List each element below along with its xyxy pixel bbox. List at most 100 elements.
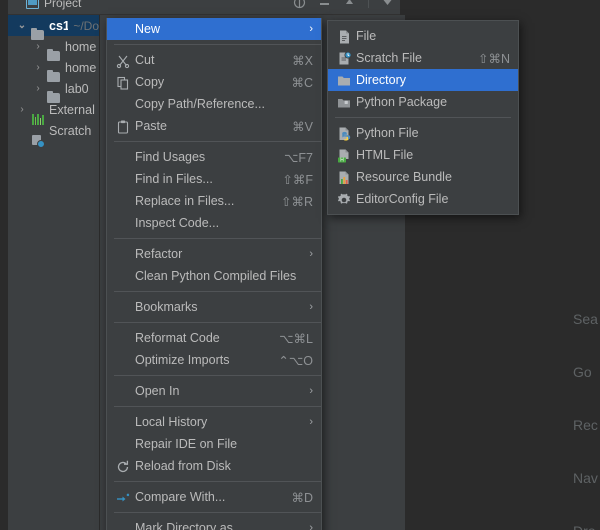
more-icon[interactable] <box>381 0 394 9</box>
hide-icon[interactable] <box>293 0 306 9</box>
menu-item-local-history[interactable]: Local History › <box>107 411 321 433</box>
menu-item-shortcut: ⌃⌥O <box>278 353 313 368</box>
menu-item-label: Inspect Code... <box>135 216 220 230</box>
menu-item-reload-from-disk[interactable]: Reload from Disk <box>107 455 321 477</box>
menu-item-label: Replace in Files... <box>135 194 235 208</box>
scratch-file-icon <box>335 50 352 66</box>
editor-hint: Rec <box>573 416 598 433</box>
tree-item-label: cs110 <box>49 18 68 33</box>
tree-item-home[interactable]: › home <box>8 36 99 61</box>
menu-item-icon-placeholder <box>114 352 131 368</box>
editor-hint: Dro <box>405 504 600 530</box>
menu-item-resource-bundle[interactable]: Resource Bundle <box>328 166 518 188</box>
menu-separator <box>335 117 511 118</box>
svg-text:H: H <box>340 158 344 164</box>
menu-separator <box>114 481 321 482</box>
project-tree[interactable]: ⌄cs110~/Do›home›home›lab0›ExternalScratc… <box>8 15 100 530</box>
tool-window-stripe <box>0 0 8 530</box>
chevron-right-icon[interactable]: › <box>30 41 46 52</box>
menu-item-mark-directory-as[interactable]: Mark Directory as › <box>107 517 321 530</box>
menu-item-shortcut: ⌥F7 <box>284 150 313 165</box>
menu-item-scratch-file[interactable]: Scratch File ⇧⌘N <box>328 47 518 69</box>
menu-item-cut[interactable]: Cut ⌘X <box>107 49 321 71</box>
tree-item-scratch[interactable]: Scratch <box>8 120 99 148</box>
menu-item-icon-placeholder <box>114 383 131 399</box>
menu-item-label: Clean Python Compiled Files <box>135 269 297 283</box>
menu-item-file[interactable]: File <box>328 25 518 47</box>
menu-item-refactor[interactable]: Refactor › <box>107 243 321 265</box>
menu-item-inspect-code[interactable]: Inspect Code... <box>107 212 321 234</box>
reload-icon <box>114 458 131 474</box>
menu-item-replace-in-files[interactable]: Replace in Files... ⇧⌘R <box>107 190 321 212</box>
menu-item-label: Reload from Disk <box>135 459 231 473</box>
menu-item-label: Paste <box>135 119 167 133</box>
menu-separator <box>114 44 321 45</box>
menu-item-shortcut: ⇧⌘R <box>280 194 313 209</box>
scissors-icon <box>114 52 131 69</box>
menu-item-python-package[interactable]: Python Package <box>328 91 518 113</box>
menu-item-shortcut: ⌘V <box>292 119 313 134</box>
chevron-right-icon[interactable]: › <box>14 104 30 115</box>
collapse-all-icon[interactable] <box>318 0 331 9</box>
menu-item-optimize-imports[interactable]: Optimize Imports ⌃⌥O <box>107 349 321 371</box>
tree-item-home[interactable]: › home <box>8 57 99 82</box>
menu-item-icon-placeholder <box>114 171 131 187</box>
chevron-right-icon[interactable]: › <box>30 62 46 73</box>
menu-item-icon-placeholder <box>114 149 131 165</box>
menu-item-bookmarks[interactable]: Bookmarks › <box>107 296 321 318</box>
context-menu[interactable]: New › Cut ⌘X Copy ⌘C Copy Path/Reference... Pas… <box>106 18 322 530</box>
chevron-right-icon: › <box>309 521 313 530</box>
tree-item-label: Scratch <box>49 123 92 138</box>
tree-item-label: lab0 <box>65 81 89 96</box>
ide-window: Project ⌄cs110~/Do›home›home›lab0›Extern… <box>0 0 600 530</box>
project-toolwindow-title: Project <box>44 0 82 10</box>
menu-item-label: Copy Path/Reference... <box>135 97 265 111</box>
menu-item-shortcut: ⌥⌘L <box>279 331 313 346</box>
editor-hint: Nav <box>573 469 598 486</box>
menu-item-icon-placeholder <box>114 330 131 346</box>
menu-separator <box>114 322 321 323</box>
menu-item-shortcut: ⌘D <box>291 490 313 505</box>
menu-item-repair-ide-on-file[interactable]: Repair IDE on File <box>107 433 321 455</box>
file-icon <box>335 28 352 44</box>
menu-item-find-in-files[interactable]: Find in Files... ⇧⌘F <box>107 168 321 190</box>
chevron-down-icon[interactable]: ⌄ <box>14 20 30 31</box>
editorconfig-icon <box>335 191 352 207</box>
directory-icon <box>335 72 352 88</box>
menu-item-html-file[interactable]: H HTML File <box>328 144 518 166</box>
menu-item-reformat-code[interactable]: Reformat Code ⌥⌘L <box>107 327 321 349</box>
chevron-right-icon[interactable]: › <box>30 83 46 94</box>
chevron-right-icon: › <box>309 300 313 313</box>
menu-item-label: New <box>135 22 161 36</box>
project-toolwindow-header: Project <box>8 0 400 15</box>
menu-item-copy-path-reference[interactable]: Copy Path/Reference... <box>107 93 321 115</box>
menu-item-python-file[interactable]: Python File <box>328 122 518 144</box>
new-submenu[interactable]: File Scratch File ⇧⌘N Directory Python Packa… <box>327 20 519 215</box>
html-file-icon: H <box>335 147 352 164</box>
menu-item-directory[interactable]: Directory <box>328 69 518 91</box>
menu-item-label: Scratch File <box>356 51 422 65</box>
menu-item-label: Local History <box>135 415 208 429</box>
project-toolbar <box>293 0 394 14</box>
menu-item-icon-placeholder <box>114 299 131 315</box>
menu-item-open-in[interactable]: Open In › <box>107 380 321 402</box>
compare-icon <box>114 489 131 505</box>
python-file-icon <box>335 125 352 141</box>
menu-item-icon-placeholder <box>114 268 131 284</box>
menu-item-clean-python-compiled-files[interactable]: Clean Python Compiled Files <box>107 265 321 287</box>
menu-item-compare-with[interactable]: Compare With... ⌘D <box>107 486 321 508</box>
menu-item-label: Find Usages <box>135 150 206 164</box>
tree-item-lab0[interactable]: › lab0 <box>8 78 99 103</box>
menu-item-new[interactable]: New › <box>107 18 321 40</box>
menu-item-editorconfig-file[interactable]: EditorConfig File <box>328 188 518 210</box>
settings-icon[interactable] <box>343 0 356 9</box>
menu-item-icon-placeholder <box>114 21 131 37</box>
tree-item-cs110[interactable]: ⌄ cs110 ~/Do <box>8 15 99 40</box>
menu-item-copy[interactable]: Copy ⌘C <box>107 71 321 93</box>
menu-item-find-usages[interactable]: Find Usages ⌥F7 <box>107 146 321 168</box>
chevron-right-icon: › <box>309 22 313 35</box>
menu-item-paste[interactable]: Paste ⌘V <box>107 115 321 137</box>
menu-item-label: Resource Bundle <box>356 170 452 184</box>
tree-item-external[interactable]: › External <box>8 99 99 125</box>
menu-item-label: Mark Directory as <box>135 521 233 530</box>
